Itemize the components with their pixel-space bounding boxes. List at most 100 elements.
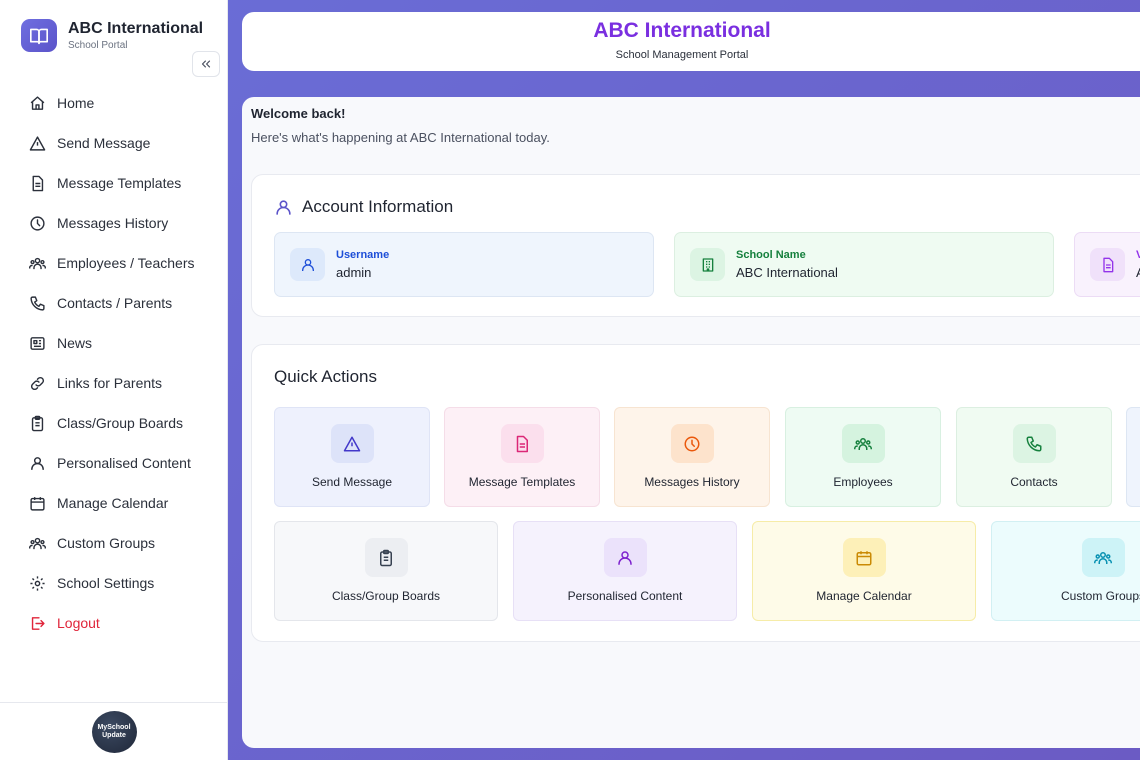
sidebar-item-label: Employees / Teachers (57, 255, 195, 271)
sidebar-item-class-boards[interactable]: Class/Group Boards (0, 403, 228, 443)
sidebar-nav: Home Send Message Message Templates Mess… (0, 83, 228, 643)
sidebar-item-label: News (57, 335, 93, 351)
users-icon (1081, 538, 1125, 577)
header-title: ABC International (593, 19, 771, 42)
sidebar-item-messages-history[interactable]: Messages History (0, 203, 228, 243)
username-label: Username (336, 249, 390, 261)
brand-subtitle: School Portal (68, 40, 128, 51)
double-chevron-left-icon (201, 60, 211, 68)
link-icon (30, 376, 45, 390)
document-icon (500, 424, 544, 463)
user-icon (603, 538, 647, 577)
header-subtitle: School Management Portal (615, 49, 749, 61)
account-information-title: Account Information (302, 197, 454, 216)
sidebar-item-label: Messages History (57, 215, 169, 231)
sidebar-item-links[interactable]: Links for Parents (0, 363, 228, 403)
document-icon (32, 175, 44, 191)
sidebar-item-send-message[interactable]: Send Message (0, 123, 228, 163)
clock-icon (30, 215, 45, 231)
welcome-title: Welcome back! (251, 106, 346, 121)
calendar-icon (842, 538, 886, 577)
sidebar: ABC International School Portal Home Sen… (0, 0, 228, 760)
sidebar-item-label: Logout (57, 615, 100, 631)
clipboard-icon (364, 538, 408, 577)
sidebar-item-label: Contacts / Parents (57, 295, 173, 311)
quick-action-label: Custom Groups (1060, 589, 1140, 603)
quick-action-manage-calendar[interactable]: Manage Calendar (752, 521, 976, 621)
brand: ABC International School Portal (21, 19, 203, 52)
sidebar-item-news[interactable]: News (0, 323, 228, 363)
quick-action-label: Class/Group Boards (331, 589, 441, 603)
user-icon (290, 248, 325, 281)
collapse-sidebar-button[interactable] (192, 51, 220, 77)
sidebar-item-manage-calendar[interactable]: Manage Calendar (0, 483, 228, 523)
sidebar-item-contacts[interactable]: Contacts / Parents (0, 283, 228, 323)
quick-action-contacts[interactable]: Contacts (956, 407, 1112, 507)
sidebar-item-logout[interactable]: Logout (0, 603, 228, 643)
building-icon (690, 248, 725, 281)
book-icon (21, 19, 57, 52)
sidebar-item-employees[interactable]: Employees / Teachers (0, 243, 228, 283)
quick-action-label: Contacts (1010, 475, 1058, 489)
quick-action-personalised-content[interactable]: Personalised Content (513, 521, 737, 621)
clipboard-icon (31, 415, 44, 431)
quick-action-label: Manage Calendar (816, 589, 912, 603)
users-icon (29, 537, 46, 549)
username-value: admin (336, 265, 372, 280)
phone-icon (30, 295, 45, 311)
sidebar-item-home[interactable]: Home (0, 83, 228, 123)
sidebar-item-label: Personalised Content (57, 455, 191, 471)
myschool-update-logo: MySchool Update (91, 710, 137, 753)
school-name-box: School Name ABC International (674, 232, 1054, 297)
users-icon (29, 257, 46, 269)
sidebar-item-label: Manage Calendar (57, 495, 169, 511)
brand-title: ABC International (68, 20, 204, 37)
top-header: ABC International School Management Port… (242, 12, 1140, 71)
main-content: Welcome back! Here's what's happening at… (242, 97, 1140, 748)
quick-action-class-group-boards[interactable]: Class/Group Boards (274, 521, 498, 621)
footer-logo-text: MySchool Update (97, 723, 131, 739)
sidebar-item-label: Links for Parents (57, 375, 163, 391)
quick-action-label: Message Templates (468, 475, 576, 489)
send-icon (330, 424, 374, 463)
third-info-label: V (1136, 249, 1140, 261)
account-information-card: Account Information Username admin Schoo… (251, 174, 1140, 317)
sidebar-item-label: School Settings (57, 575, 155, 591)
logout-icon (31, 616, 45, 630)
quick-action-employees[interactable]: Employees (785, 407, 941, 507)
quick-action-label: Employees (833, 475, 893, 489)
quick-action-label: Send Message (311, 475, 393, 489)
user-icon (31, 456, 44, 470)
quick-action-custom-groups[interactable]: Custom Groups (991, 521, 1140, 621)
users-icon (841, 424, 885, 463)
quick-action-label: Personalised Content (567, 589, 683, 603)
sidebar-item-school-settings[interactable]: School Settings (0, 563, 228, 603)
quick-action-partial[interactable] (1126, 407, 1140, 507)
sidebar-item-message-templates[interactable]: Message Templates (0, 163, 228, 203)
sidebar-item-custom-groups[interactable]: Custom Groups (0, 523, 228, 563)
sidebar-item-label: Message Templates (57, 175, 182, 191)
welcome-subtitle: Here's what's happening at ABC Internati… (251, 130, 550, 145)
newspaper-icon (30, 336, 45, 350)
home-icon (30, 95, 45, 110)
school-name-value: ABC International (736, 265, 838, 280)
send-icon (29, 135, 46, 151)
quick-actions-card: Quick Actions Send Message Message Templ… (251, 344, 1140, 642)
quick-action-send-message[interactable]: Send Message (274, 407, 430, 507)
quick-action-messages-history[interactable]: Messages History (614, 407, 770, 507)
school-name-label: School Name (736, 249, 806, 261)
quick-action-message-templates[interactable]: Message Templates (444, 407, 600, 507)
document-icon (1090, 248, 1125, 281)
clock-icon (670, 424, 714, 463)
sidebar-item-label: Send Message (57, 135, 151, 151)
sidebar-footer: MySchool Update (0, 702, 228, 760)
third-info-value: A (1136, 265, 1140, 280)
third-info-box: V A (1074, 232, 1140, 297)
quick-action-label: Messages History (644, 475, 740, 489)
sidebar-item-personalised-content[interactable]: Personalised Content (0, 443, 228, 483)
user-icon (276, 199, 291, 215)
phone-icon (1012, 424, 1056, 463)
quick-actions-title: Quick Actions (274, 367, 377, 386)
gear-icon (30, 575, 45, 591)
username-box: Username admin (274, 232, 654, 297)
